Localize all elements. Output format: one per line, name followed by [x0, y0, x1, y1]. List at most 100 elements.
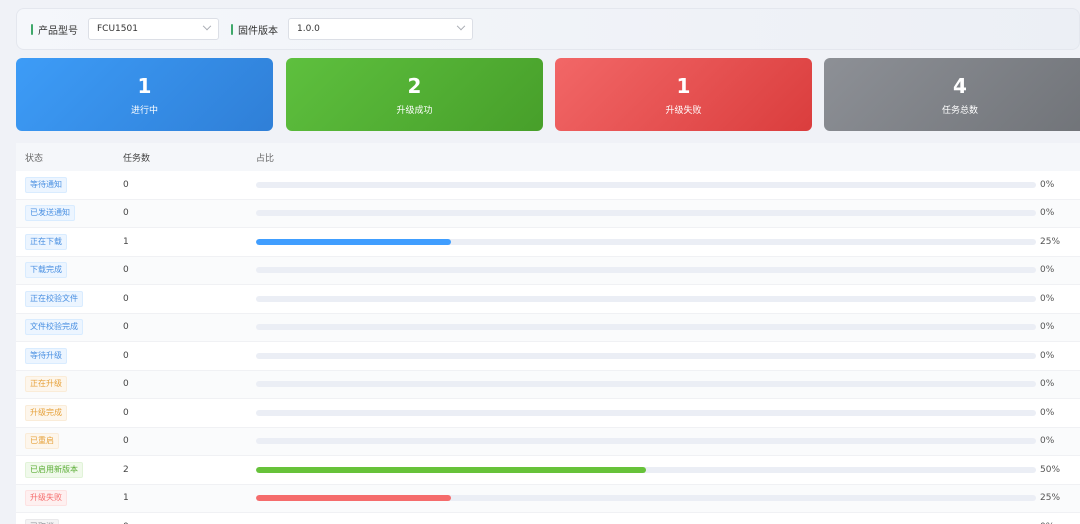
status-tag: 正在升级 [25, 376, 67, 393]
status-cell: 等待通知 [16, 176, 123, 193]
filter-bar: 产品型号 FCU1501 固件版本 1.0.0 [16, 8, 1080, 50]
ratio-cell: 25% [256, 237, 1080, 247]
status-cell: 正在校验文件 [16, 290, 123, 307]
progress-track [256, 438, 1036, 445]
progress-track [256, 495, 1036, 502]
progress-track [256, 352, 1036, 359]
percent-text: 25% [1040, 236, 1061, 247]
table-row: 已重启 0 0% [16, 427, 1080, 456]
progress-track [256, 267, 1036, 274]
table-row: 下载完成 0 0% [16, 256, 1080, 285]
status-cell: 升级失败 [16, 490, 123, 507]
progress-fill [256, 238, 451, 245]
progress-fill [256, 495, 451, 502]
percent-text: 50% [1040, 464, 1061, 475]
table-row: 升级失败 1 25% [16, 484, 1080, 513]
ratio-cell: 0% [256, 322, 1080, 332]
product-filter: 产品型号 FCU1501 [31, 18, 219, 40]
percent-text: 0% [1040, 322, 1055, 333]
count-cell: 0 [123, 407, 129, 418]
table-row: 正在校验文件 0 0% [16, 285, 1080, 314]
percent-text: 0% [1040, 208, 1055, 219]
stat-label: 进行中 [130, 105, 158, 116]
status-cell: 已启用新版本 [16, 461, 123, 478]
status-tag: 下载完成 [25, 262, 67, 279]
count-cell: 0 [123, 379, 129, 390]
table-header: 状态 任务数 占比 [16, 143, 1080, 171]
progress-track [256, 210, 1036, 217]
ratio-cell: 0% [256, 351, 1080, 361]
status-cell: 正在升级 [16, 376, 123, 393]
count-cell: 0 [123, 322, 129, 333]
ratio-cell: 25% [256, 493, 1080, 503]
stat-card-in-progress[interactable]: 1 进行中 [16, 58, 273, 131]
product-select[interactable]: FCU1501 [88, 18, 219, 40]
status-tag: 已重启 [25, 433, 59, 450]
status-tag: 升级失败 [25, 490, 67, 507]
label-marker-icon [31, 23, 33, 35]
progress-track [256, 324, 1036, 331]
progress-track [256, 295, 1036, 302]
stat-value: 2 [407, 73, 422, 98]
status-tag: 等待通知 [25, 176, 67, 193]
status-tag: 文件校验完成 [25, 319, 83, 336]
percent-text: 0% [1040, 265, 1055, 276]
count-cell: 2 [123, 464, 129, 475]
product-label-text: 产品型号 [38, 25, 78, 37]
table-row: 正在升级 0 0% [16, 370, 1080, 399]
status-tag: 正在下载 [25, 233, 67, 250]
status-tag: 已发送通知 [25, 205, 75, 222]
firmware-filter: 固件版本 1.0.0 [231, 18, 473, 40]
table-body: 等待通知 0 0% 已发送通知 0 0% 正在下载 1 25% 下载完成 0 0% 正在校验文件 0 0% 文… [16, 171, 1080, 524]
status-table: 状态 任务数 占比 等待通知 0 0% 已发送通知 0 0% 正在下载 1 25% 下载完成 0 0%… [16, 143, 1080, 524]
ratio-cell: 0% [256, 265, 1080, 275]
ratio-cell: 0% [256, 208, 1080, 218]
stat-label: 升级成功 [396, 105, 433, 116]
ratio-cell: 0% [256, 379, 1080, 389]
count-cell: 0 [123, 350, 129, 361]
percent-text: 0% [1040, 293, 1055, 304]
percent-text: 0% [1040, 179, 1055, 190]
status-cell: 文件校验完成 [16, 319, 123, 336]
count-cell: 0 [123, 208, 129, 219]
ratio-cell: 0% [256, 180, 1080, 190]
chevron-down-icon [202, 21, 212, 31]
firmware-label: 固件版本 [231, 22, 278, 37]
progress-track [256, 238, 1036, 245]
status-tag: 正在校验文件 [25, 290, 83, 307]
table-row: 等待升级 0 0% [16, 342, 1080, 371]
percent-text: 0% [1040, 379, 1055, 390]
ratio-cell: 0% [256, 408, 1080, 418]
firmware-label-text: 固件版本 [238, 25, 278, 37]
progress-track [256, 466, 1036, 473]
progress-fill [256, 466, 646, 473]
count-cell: 0 [123, 179, 129, 190]
table-row: 升级完成 0 0% [16, 399, 1080, 428]
table-row: 文件校验完成 0 0% [16, 313, 1080, 342]
percent-text: 0% [1040, 350, 1055, 361]
ratio-cell: 0% [256, 436, 1080, 446]
table-row: 已发送通知 0 0% [16, 199, 1080, 228]
progress-track [256, 381, 1036, 388]
table-row: 已启用新版本 2 50% [16, 456, 1080, 485]
stat-value: 1 [137, 73, 152, 98]
status-cell: 等待升级 [16, 347, 123, 364]
product-select-value: FCU1501 [97, 24, 138, 34]
stat-card-total[interactable]: 4 任务总数 [824, 58, 1080, 131]
count-cell: 1 [123, 236, 129, 247]
stat-card-success[interactable]: 2 升级成功 [286, 58, 543, 131]
firmware-select[interactable]: 1.0.0 [288, 18, 473, 40]
progress-track [256, 409, 1036, 416]
label-marker-icon [231, 23, 233, 35]
chevron-down-icon [456, 21, 466, 31]
table-row: 正在下载 1 25% [16, 228, 1080, 257]
table-row: 等待通知 0 0% [16, 171, 1080, 200]
stat-value: 4 [953, 73, 967, 98]
count-cell: 0 [123, 265, 129, 276]
table-row: 已取消00% [16, 513, 1080, 524]
firmware-select-value: 1.0.0 [297, 24, 320, 34]
status-cell: 下载完成 [16, 262, 123, 279]
header-count: 任务数 [123, 153, 151, 164]
status-cell: 已重启 [16, 433, 123, 450]
stat-card-failed[interactable]: 1 升级失败 [555, 58, 812, 131]
